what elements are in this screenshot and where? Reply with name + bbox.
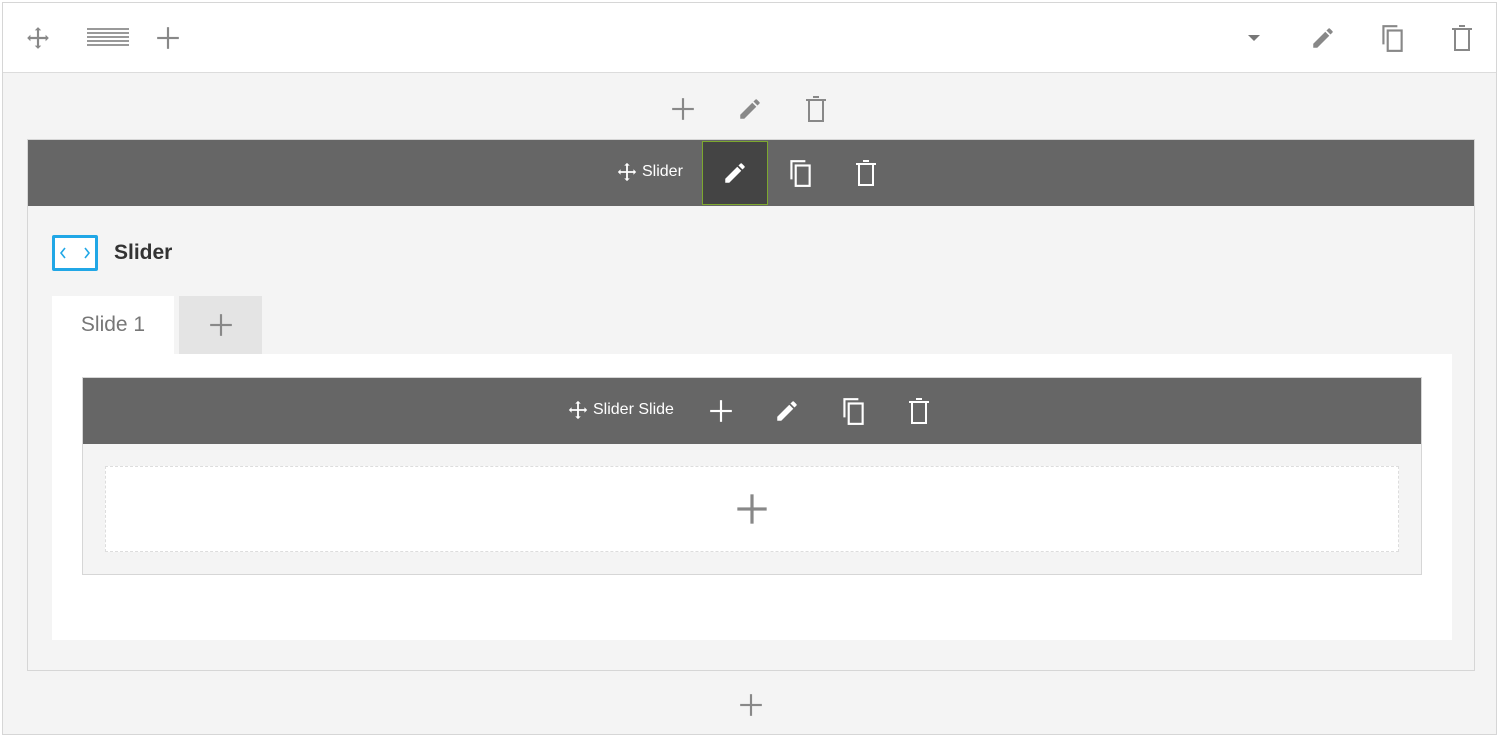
- slide-edit-button[interactable]: [767, 391, 807, 431]
- add-slide-tab[interactable]: [179, 296, 262, 354]
- section-toolbar: [3, 3, 1496, 73]
- slider-slide-move-handle[interactable]: Slider Slide: [567, 399, 674, 421]
- slider-module: Slider Slider Slide 1 Slider Slide: [27, 139, 1475, 671]
- move-icon: [617, 162, 637, 182]
- plus-icon: [209, 314, 232, 336]
- move-icon: [568, 400, 588, 420]
- slider-edit-button[interactable]: [702, 141, 768, 205]
- caret-down-icon[interactable]: [1234, 18, 1274, 58]
- plus-icon: [740, 694, 762, 716]
- tab-slide-1[interactable]: Slide 1: [52, 296, 174, 354]
- row-add-button[interactable]: [663, 89, 703, 129]
- slider-module-label: Slider: [642, 163, 683, 180]
- slider-module-toolbar: Slider: [28, 140, 1474, 206]
- pencil-icon: [725, 163, 745, 183]
- slide-copy-button[interactable]: [833, 391, 873, 431]
- pencil-icon: [777, 401, 797, 421]
- add-element-dropzone[interactable]: [105, 466, 1399, 552]
- plus-icon: [710, 400, 732, 422]
- move-icon[interactable]: [18, 18, 58, 58]
- slider-move-handle[interactable]: Slider: [616, 161, 683, 183]
- slider-slide-label: Slider Slide: [593, 401, 674, 418]
- row-delete-button[interactable]: [796, 89, 836, 129]
- slider-module-header: Slider: [52, 235, 172, 271]
- slide-add-button[interactable]: [701, 391, 741, 431]
- builder-frame: Slider Slider Slide 1 Slider Slide: [2, 2, 1497, 735]
- slide-delete-button[interactable]: [899, 391, 939, 431]
- slider-slide-toolbar: Slider Slide: [83, 378, 1421, 444]
- row-layout-icon[interactable]: [86, 18, 130, 58]
- plus-icon[interactable]: [148, 18, 188, 58]
- plus-icon: [737, 494, 767, 524]
- trash-icon: [856, 160, 876, 186]
- slider-module-title: Slider: [114, 241, 173, 264]
- slider-slide-module: Slider Slide: [82, 377, 1422, 575]
- add-row-button[interactable]: [731, 685, 771, 725]
- copy-icon: [843, 398, 864, 425]
- trash-icon: [909, 398, 929, 424]
- row-edit-button[interactable]: [730, 89, 770, 129]
- slider-delete-button[interactable]: [846, 153, 886, 193]
- copy-icon[interactable]: [1372, 18, 1412, 58]
- slider-copy-button[interactable]: [780, 153, 820, 193]
- pencil-icon[interactable]: [1303, 18, 1343, 58]
- tab-label: Slide 1: [80, 313, 146, 336]
- trash-icon[interactable]: [1442, 18, 1482, 58]
- copy-icon: [790, 160, 811, 187]
- slider-icon: [52, 235, 98, 271]
